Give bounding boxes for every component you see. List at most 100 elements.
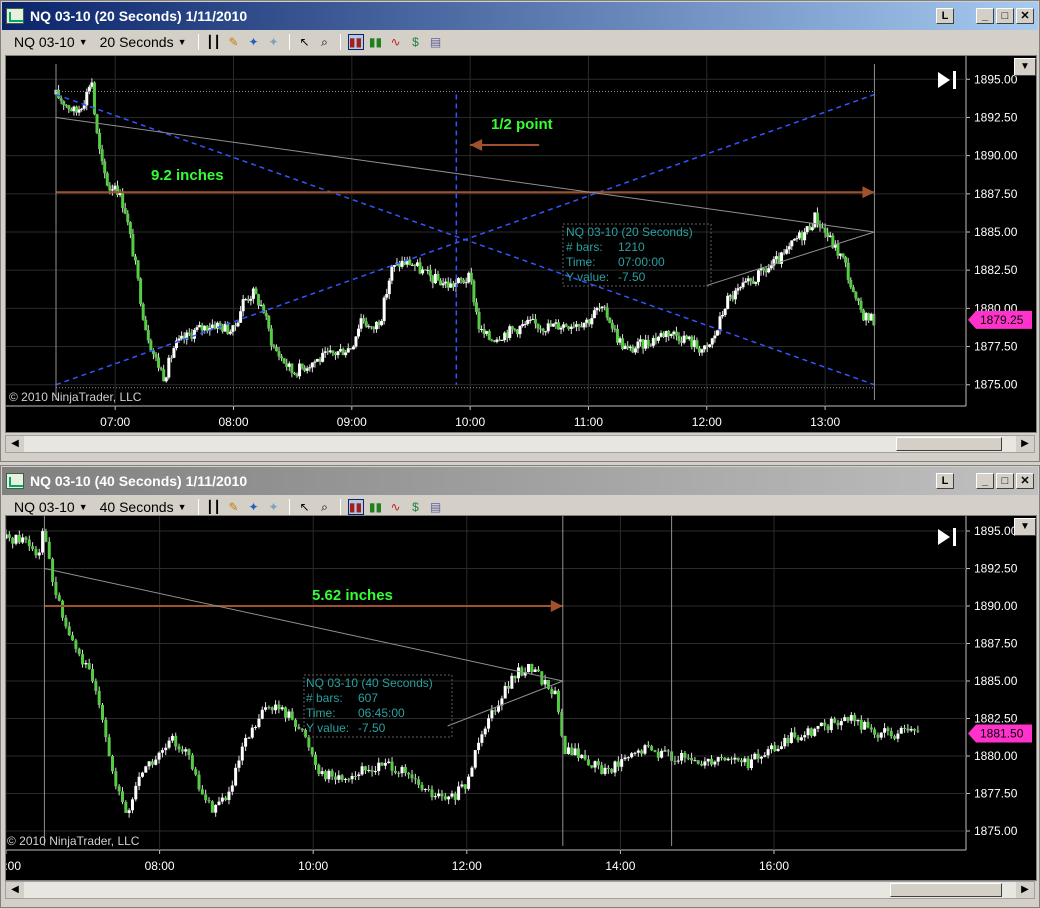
minimize-button[interactable]: _ — [976, 473, 994, 489]
instrument-dropdown[interactable]: NQ 03-10 ▼ — [10, 34, 92, 50]
bar-type-icon[interactable]: ┃┃ — [206, 34, 222, 50]
candles-icon[interactable]: ▮▮ — [368, 499, 384, 515]
price-chart[interactable]: 1895.00 1892.50 1890.00 1887.50 1885.00 1882.… — [5, 515, 1037, 881]
zoom-icon[interactable]: ↖ — [297, 499, 313, 515]
draw-pin-icon[interactable]: ✦ — [246, 34, 262, 50]
horizontal-scrollbar[interactable]: ◀ ▶ — [5, 881, 1035, 899]
price-bar — [646, 339, 650, 345]
line-chart-icon[interactable]: ∿ — [388, 34, 404, 50]
price-bar — [513, 329, 517, 331]
measure-line[interactable] — [44, 568, 563, 682]
line-chart-icon[interactable]: ∿ — [388, 499, 404, 515]
chart-canvas[interactable]: 1895.00 1892.50 1890.00 1887.50 1885.00 1882.… — [6, 516, 1036, 880]
maximize-button[interactable]: □ — [996, 8, 1014, 24]
price-bar — [410, 264, 414, 266]
price-bar — [718, 316, 722, 331]
price-bar — [510, 326, 514, 330]
bar-type-icon[interactable]: ┃┃ — [206, 499, 222, 515]
pencil-icon[interactable]: ✎ — [226, 499, 242, 515]
scroll-to-end-icon[interactable] — [938, 71, 956, 89]
price-bar — [94, 681, 98, 691]
price-bar — [101, 704, 105, 720]
close-button[interactable]: ✕ — [1016, 8, 1034, 24]
period-dropdown[interactable]: 40 Seconds ▼ — [96, 499, 191, 515]
period-dropdown[interactable]: 20 Seconds ▼ — [96, 34, 191, 50]
price-bar — [459, 278, 463, 280]
price-bar — [150, 761, 154, 765]
price-bar — [233, 325, 237, 327]
chevron-down-icon: ▼ — [177, 37, 187, 47]
price-bar — [826, 725, 830, 731]
link-button[interactable]: L — [936, 473, 954, 489]
price-bar — [508, 326, 512, 338]
price-bar — [320, 771, 324, 774]
scroll-left-icon[interactable]: ◀ — [6, 882, 24, 898]
price-bar — [507, 685, 511, 689]
price-bar — [428, 269, 432, 277]
horizontal-scrollbar[interactable]: ◀ ▶ — [5, 435, 1035, 453]
period-label: 20 Seconds — [99, 34, 174, 50]
price-bar — [457, 278, 461, 283]
bars-icon[interactable]: ▮▮ — [347, 499, 364, 515]
maximize-button[interactable]: □ — [996, 473, 1014, 489]
strategy-icon[interactable]: $ — [408, 499, 424, 515]
price-bar — [800, 232, 804, 241]
price-bar — [795, 238, 799, 240]
price-bar — [836, 243, 840, 256]
price-bar — [240, 746, 244, 761]
price-bar — [603, 306, 607, 308]
scroll-left-icon[interactable]: ◀ — [6, 436, 24, 452]
price-bar — [72, 106, 76, 112]
strategy-icon[interactable]: $ — [408, 34, 424, 50]
link-button[interactable]: L — [936, 8, 954, 24]
zoom-icon[interactable]: ↖ — [297, 34, 313, 50]
chevron-down-icon: ▼ — [1020, 521, 1030, 532]
price-bar — [392, 265, 396, 267]
price-bar — [893, 736, 897, 739]
chart-window-40s[interactable]: NQ 03-10 (40 Seconds) 1/11/2010 L _ □ ✕ … — [0, 465, 1040, 908]
price-bar — [854, 291, 858, 299]
scroll-thumb[interactable] — [896, 437, 1002, 451]
price-bar — [104, 719, 108, 738]
price-bar — [423, 788, 427, 790]
crosshair-icon[interactable]: ✦ — [266, 499, 282, 515]
close-button[interactable]: ✕ — [1016, 473, 1034, 489]
minimize-button[interactable]: _ — [976, 8, 994, 24]
price-bar — [450, 793, 454, 797]
price-bar — [172, 348, 176, 358]
price-bar — [808, 226, 812, 231]
properties-icon[interactable]: ▤ — [428, 499, 444, 515]
price-bar — [518, 325, 522, 335]
title-bar[interactable]: NQ 03-10 (40 Seconds) 1/11/2010 L _ □ ✕ — [2, 467, 1038, 495]
scale-dropdown-button[interactable]: ▼ — [1014, 518, 1036, 536]
magnifier-icon[interactable]: ⌕ — [317, 499, 333, 515]
scroll-thumb[interactable] — [890, 883, 1002, 897]
candles-icon[interactable]: ▮▮ — [368, 34, 384, 50]
draw-pin-icon[interactable]: ✦ — [246, 499, 262, 515]
pencil-icon[interactable]: ✎ — [226, 34, 242, 50]
chart-window-20s[interactable]: NQ 03-10 (20 Seconds) 1/11/2010 L _ □ ✕ … — [0, 0, 1040, 462]
magnifier-icon[interactable]: ⌕ — [317, 34, 333, 50]
price-bar — [54, 581, 58, 596]
price-chart[interactable]: 1895.00 1892.50 1890.00 1887.50 1885.00 1882.… — [5, 55, 1037, 433]
title-bar[interactable]: NQ 03-10 (20 Seconds) 1/11/2010 L _ □ ✕ — [2, 2, 1038, 30]
properties-icon[interactable]: ▤ — [428, 34, 444, 50]
price-bar — [460, 784, 464, 787]
y-tick-label: 1890.00 — [974, 599, 1018, 613]
price-bar — [340, 775, 344, 780]
scroll-right-icon[interactable]: ▶ — [1016, 436, 1034, 452]
chart-canvas[interactable]: 1895.00 1892.50 1890.00 1887.50 1885.00 1882.… — [6, 56, 1036, 432]
period-label: 40 Seconds — [99, 499, 174, 515]
scroll-right-icon[interactable]: ▶ — [1016, 882, 1034, 898]
scale-dropdown-button[interactable]: ▼ — [1014, 58, 1036, 76]
info-bars-label: # bars: — [566, 240, 603, 254]
price-bar — [14, 534, 18, 544]
crosshair-icon[interactable]: ✦ — [266, 34, 282, 50]
price-bar — [260, 709, 264, 719]
instrument-label: NQ 03-10 — [14, 499, 75, 515]
instrument-dropdown[interactable]: NQ 03-10 ▼ — [10, 499, 92, 515]
price-bar — [883, 728, 887, 733]
price-bar — [107, 737, 111, 757]
bars-icon[interactable]: ▮▮ — [347, 34, 364, 50]
price-bar — [59, 98, 63, 101]
